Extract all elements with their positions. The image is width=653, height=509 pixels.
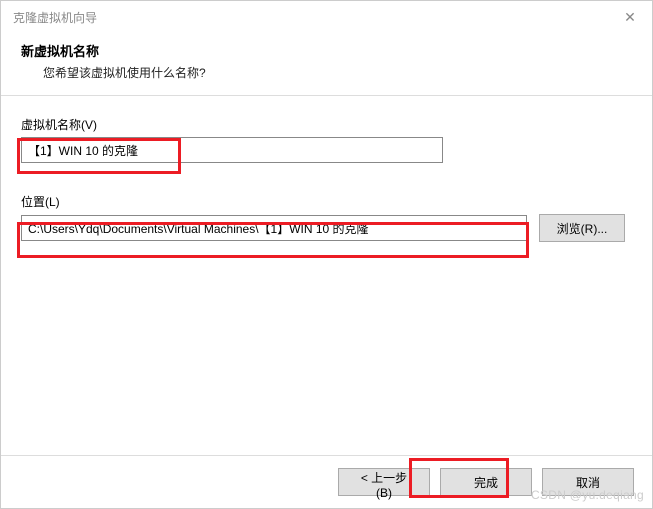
vm-location-section: 位置(L) 浏览(R)...: [21, 193, 632, 242]
vm-location-input[interactable]: [21, 215, 527, 241]
finish-button[interactable]: 完成: [440, 468, 532, 496]
wizard-header: 新虚拟机名称 您希望该虚拟机使用什么名称?: [1, 33, 652, 96]
vm-location-label: 位置(L): [21, 193, 632, 210]
vm-name-input[interactable]: [21, 137, 443, 163]
vm-name-section: 虚拟机名称(V): [21, 116, 632, 163]
browse-button[interactable]: 浏览(R)...: [539, 214, 625, 242]
watermark: CSDN @yu.deqiang: [531, 488, 644, 502]
wizard-content: 虚拟机名称(V) 位置(L) 浏览(R)...: [1, 96, 652, 242]
titlebar: 克隆虚拟机向导 ✕: [1, 1, 652, 33]
close-icon[interactable]: ✕: [620, 9, 640, 26]
window-title: 克隆虚拟机向导: [13, 9, 97, 26]
vm-name-label: 虚拟机名称(V): [21, 116, 632, 133]
page-title: 新虚拟机名称: [21, 41, 632, 60]
page-subtitle: 您希望该虚拟机使用什么名称?: [43, 64, 632, 81]
back-button[interactable]: < 上一步(B): [338, 468, 430, 496]
